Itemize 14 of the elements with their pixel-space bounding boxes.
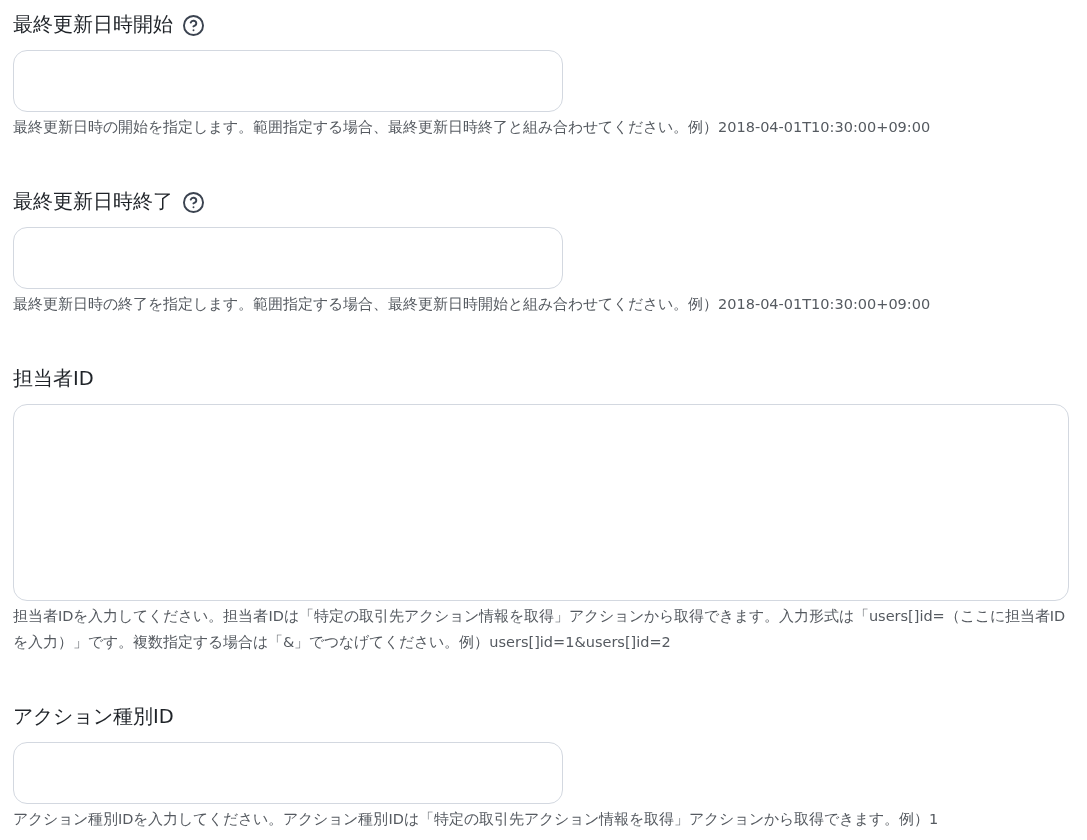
help-text: 最終更新日時の終了を指定します。範囲指定する場合、最終更新日時開始と組み合わせてください。例）2018-04-01T10:30:00+09:00 bbox=[13, 295, 932, 314]
help-icon[interactable] bbox=[183, 14, 204, 36]
field-label: アクション種別ID bbox=[13, 705, 174, 729]
text-area[interactable] bbox=[13, 404, 1069, 601]
input-field[interactable] bbox=[13, 50, 563, 112]
field-label: 最終更新日時終了 bbox=[13, 190, 173, 214]
help-text: 担当者IDを入力してください。担当者IDは「特定の取引先アクション情報を取得」アクションから取得できます。入力形式は「users[]id=（ここに担当者IDを入力）」です。複数指定する場合は「&」でつなげてください。例）users[]id=1&users[]id=2 bbox=[13, 607, 1067, 652]
help-text: 最終更新日時の開始を指定します。範囲指定する場合、最終更新日時終了と組み合わせてください。例）2018-04-01T10:30:00+09:00 bbox=[13, 118, 932, 137]
field-label: 担当者ID bbox=[13, 367, 94, 391]
help-text: アクション種別IDを入力してください。アクション種別IDは「特定の取引先アクション情報を取得」アクションから取得できます。例）1 bbox=[13, 810, 940, 829]
input-field[interactable] bbox=[13, 742, 563, 804]
field-label: 最終更新日時開始 bbox=[13, 13, 173, 37]
input-field[interactable] bbox=[13, 227, 563, 289]
help-icon[interactable] bbox=[183, 191, 204, 213]
